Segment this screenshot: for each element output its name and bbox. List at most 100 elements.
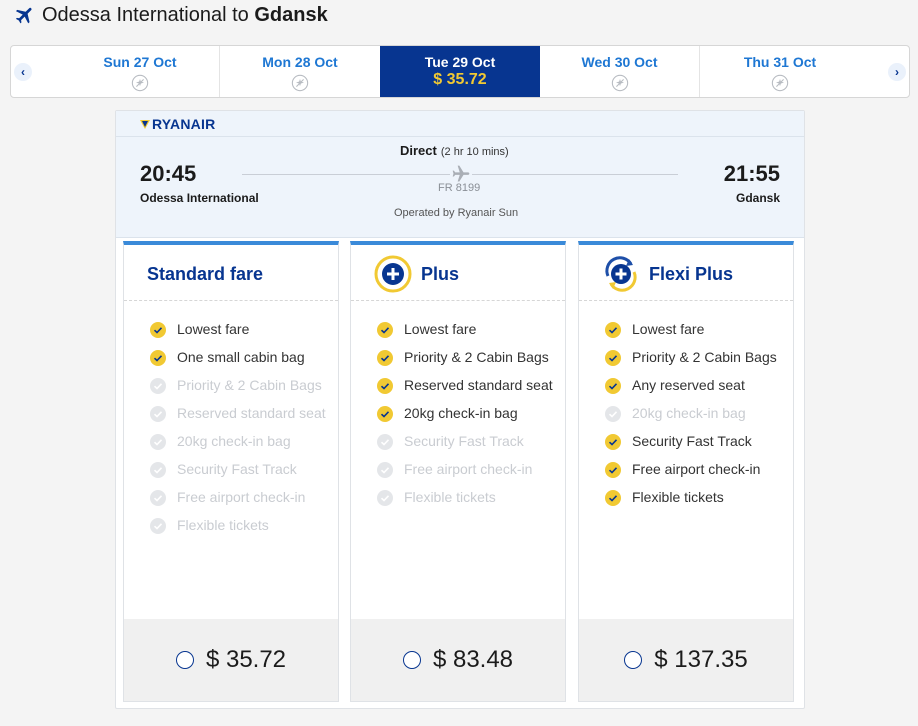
date-tab-thu-31-oct[interactable]: Thu 31 Oct (700, 46, 860, 97)
feature-item: Lowest fare (150, 319, 330, 339)
fare-price: $ 83.48 (432, 646, 514, 673)
feature-item-unavailable: Priority & 2 Cabin Bags (150, 375, 330, 395)
check-icon (150, 322, 166, 338)
fare-title: Flexi Plus (649, 264, 734, 284)
route-header: Odessa International to Gdansk (14, 4, 328, 26)
date-tab-wed-30-oct[interactable]: Wed 30 Oct (540, 46, 700, 97)
feature-item: Security Fast Track (605, 431, 785, 451)
feature-item-unavailable: 20kg check-in bag (150, 431, 330, 451)
check-icon-disabled (150, 406, 166, 422)
route-line (472, 174, 678, 175)
check-icon (605, 462, 621, 478)
flight-card: RYANAIR 20:45 Odessa International Direc… (115, 110, 805, 709)
route-title: Odessa International to Gdansk (42, 4, 328, 27)
feature-item: Lowest fare (377, 319, 557, 339)
date-label: Tue 29 Oct (424, 54, 496, 70)
flight-type: Direct (2 hr 10 mins) (400, 143, 509, 158)
flight-duration: (2 hr 10 mins) (440, 146, 509, 158)
route-origin: Odessa International to (42, 3, 255, 26)
date-tab-mon-28-oct[interactable]: Mon 28 Oct (220, 46, 380, 97)
check-icon (605, 322, 621, 338)
flight-summary[interactable]: RYANAIR 20:45 Odessa International Direc… (116, 111, 804, 238)
date-lowest-price: $ 35.72 (433, 71, 487, 88)
fare-card-plus[interactable]: Plus Lowest fare Priority & 2 Cabin Bags… (350, 241, 566, 702)
flight-type-label: Direct (400, 143, 437, 158)
date-tab-sun-27-oct[interactable]: Sun 27 Oct (61, 46, 220, 97)
fare-features: Lowest fare Priority & 2 Cabin Bags Rese… (377, 319, 557, 515)
fare-title: Standard fare (147, 264, 264, 284)
feature-item-unavailable: Flexible tickets (150, 515, 330, 535)
check-icon-disabled (605, 406, 621, 422)
operated-by: Operated by Ryanair Sun (394, 207, 519, 219)
date-carousel: ‹ Sun 27 Oct Mon 28 Oct Tue 29 Oct $ 35.… (10, 45, 910, 98)
check-icon (605, 434, 621, 450)
no-flights-icon (131, 74, 149, 92)
fare-select-radio[interactable] (175, 651, 194, 669)
flight-number: FR 8199 (438, 182, 481, 194)
arrival-time: 21:55 (723, 161, 780, 186)
check-icon-disabled (150, 434, 166, 450)
fare-header: Flexi Plus (579, 245, 793, 301)
fare-price: $ 137.35 (654, 646, 748, 673)
fare-header: Plus (351, 245, 565, 301)
check-icon (377, 406, 393, 422)
no-flights-icon (291, 74, 309, 92)
check-icon (605, 490, 621, 506)
check-icon (377, 378, 393, 394)
next-dates-button[interactable]: › (887, 57, 907, 87)
fare-select-radio[interactable] (402, 651, 421, 669)
arrival-airport: Gdansk (735, 191, 780, 205)
no-flights-icon (771, 74, 789, 92)
divider (116, 136, 804, 137)
feature-item: Flexible tickets (605, 487, 785, 507)
check-icon (377, 350, 393, 366)
feature-item: One small cabin bag (150, 347, 330, 367)
departure-airport: Odessa International (140, 191, 259, 205)
no-flights-icon (611, 74, 628, 92)
fare-select-radio[interactable] (624, 651, 643, 669)
check-icon-disabled (150, 490, 166, 506)
route-destination: Gdansk (254, 3, 328, 26)
fare-header: Standard fare (124, 245, 338, 301)
date-label: Wed 30 Oct (581, 54, 658, 70)
feature-item-unavailable: Security Fast Track (377, 431, 557, 451)
check-icon-disabled (150, 518, 166, 534)
airline-name: RYANAIR (152, 116, 216, 132)
date-tab-tue-29-oct-selected[interactable]: Tue 29 Oct $ 35.72 (380, 46, 540, 97)
feature-item: 20kg check-in bag (377, 403, 557, 423)
fare-price-footer[interactable]: $ 137.35 (579, 619, 793, 701)
previous-dates-button[interactable]: ‹ (13, 57, 33, 87)
feature-item-unavailable: Free airport check-in (377, 459, 557, 479)
plus-badge-icon (374, 255, 412, 293)
check-icon-disabled (150, 378, 166, 394)
check-icon-disabled (377, 462, 393, 478)
fare-card-flexi-plus[interactable]: Flexi Plus Lowest fare Priority & 2 Cabi… (578, 241, 794, 702)
fare-price-footer[interactable]: $ 83.48 (351, 619, 565, 701)
check-icon-disabled (377, 490, 393, 506)
chevron-right-icon: › (888, 63, 906, 81)
feature-item-unavailable: 20kg check-in bag (605, 403, 785, 423)
fare-card-standard[interactable]: Standard fare Lowest fare One small cabi… (123, 241, 339, 702)
fare-features: Lowest fare One small cabin bag Priority… (150, 319, 330, 543)
feature-item: Lowest fare (605, 319, 785, 339)
plane-icon (15, 7, 32, 24)
flexi-plus-badge-icon (605, 256, 637, 292)
feature-item: Priority & 2 Cabin Bags (377, 347, 557, 367)
feature-item: Any reserved seat (605, 375, 785, 395)
feature-item-unavailable: Security Fast Track (150, 459, 330, 479)
fare-features: Lowest fare Priority & 2 Cabin Bags Any … (605, 319, 785, 515)
check-icon (377, 322, 393, 338)
feature-item-unavailable: Free airport check-in (150, 487, 330, 507)
feature-item: Free airport check-in (605, 459, 785, 479)
check-icon (605, 378, 621, 394)
fare-price-footer[interactable]: $ 35.72 (124, 619, 338, 701)
check-icon (150, 350, 166, 366)
route-line (242, 174, 450, 175)
airline-logo: RYANAIR (140, 116, 215, 132)
check-icon-disabled (150, 462, 166, 478)
check-icon (605, 350, 621, 366)
ryanair-harp-icon (140, 120, 150, 129)
date-label: Mon 28 Oct (262, 54, 338, 70)
date-label: Thu 31 Oct (743, 54, 817, 70)
feature-item-unavailable: Reserved standard seat (150, 403, 330, 423)
